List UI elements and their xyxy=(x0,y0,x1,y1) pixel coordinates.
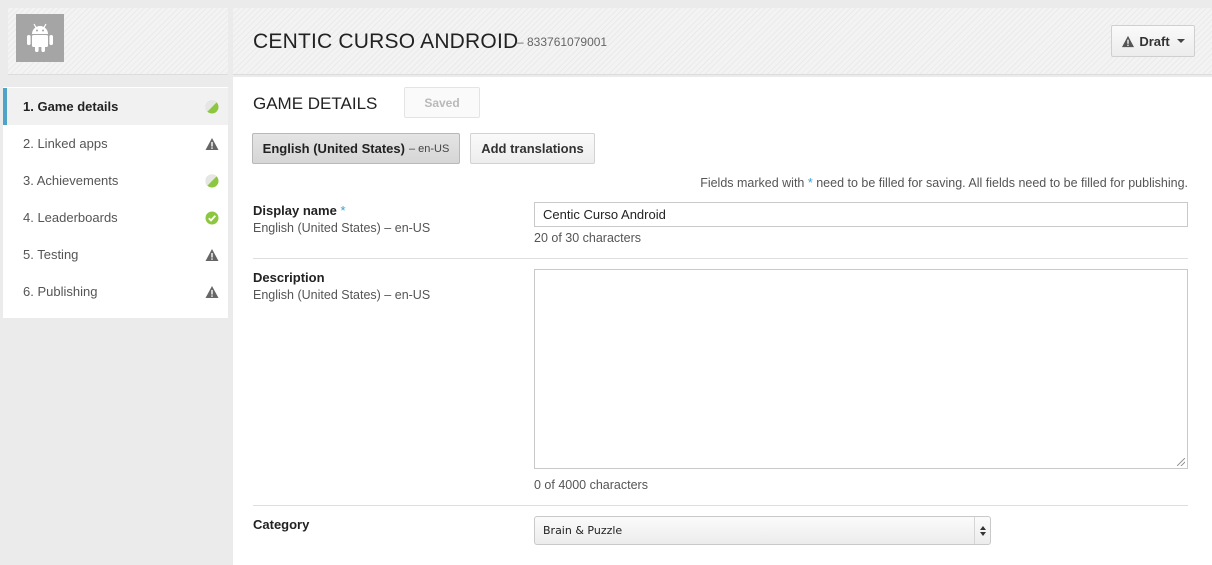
main-panel: GAME DETAILS Saved English (United State… xyxy=(233,77,1212,565)
description-textarea[interactable] xyxy=(534,269,1188,469)
android-icon xyxy=(16,14,64,62)
category-select[interactable]: Brain & Puzzle xyxy=(534,516,991,545)
display-name-input[interactable] xyxy=(534,202,1188,227)
check-icon xyxy=(205,211,219,225)
fields-note-text: need to be filled for saving. All fields… xyxy=(816,176,1188,190)
sidebar-item-label: 1. Game details xyxy=(23,99,119,114)
description-locale: English (United States) – en-US xyxy=(253,288,431,302)
fields-note: Fields marked with * need to be filled f… xyxy=(700,176,1188,190)
sidebar: 1. Game details 2. Linked apps 3. Achiev… xyxy=(3,87,228,318)
language-code: – en-US xyxy=(408,142,450,155)
warning-icon xyxy=(1122,35,1135,47)
sidebar-item-testing[interactable]: 5. Testing xyxy=(3,236,228,273)
page-header: CENTIC CURSO ANDROID – 833761079001 Draf… xyxy=(233,8,1212,75)
partial-status-icon xyxy=(205,100,219,114)
add-translations-button[interactable]: Add translations xyxy=(470,133,595,164)
category-label: Category xyxy=(253,517,310,532)
sidebar-item-label: 6. Publishing xyxy=(23,284,98,299)
category-selected-value: Brain & Puzzle xyxy=(543,524,623,537)
saved-button[interactable]: Saved xyxy=(404,87,480,118)
section-title: GAME DETAILS xyxy=(253,94,378,113)
description-label: Description xyxy=(253,270,325,285)
sidebar-item-linked-apps[interactable]: 2. Linked apps xyxy=(3,125,228,162)
required-star: * xyxy=(807,176,813,190)
divider xyxy=(253,258,1188,259)
warning-icon xyxy=(205,286,219,298)
description-char-count: 0 of 4000 characters xyxy=(534,478,648,492)
warning-icon xyxy=(205,249,219,261)
display-name-label: Display name * xyxy=(253,203,346,218)
display-name-label-text: Display name xyxy=(253,203,337,218)
app-logo-area xyxy=(8,8,228,75)
sidebar-item-achievements[interactable]: 3. Achievements xyxy=(3,162,228,199)
partial-status-icon xyxy=(205,174,219,188)
chevron-down-icon xyxy=(1176,39,1185,43)
divider xyxy=(253,505,1188,506)
app-id: – 833761079001 xyxy=(517,35,608,49)
sidebar-item-game-details[interactable]: 1. Game details xyxy=(3,88,228,125)
page-title: CENTIC CURSO ANDROID xyxy=(253,30,519,53)
sidebar-item-label: 4. Leaderboards xyxy=(23,210,118,225)
sidebar-item-leaderboards[interactable]: 4. Leaderboards xyxy=(3,199,228,236)
warning-icon xyxy=(205,138,219,150)
sidebar-item-label: 5. Testing xyxy=(23,247,79,262)
select-arrows-icon xyxy=(974,517,990,544)
resize-handle-icon[interactable] xyxy=(1177,458,1185,466)
sidebar-item-label: 3. Achievements xyxy=(23,173,119,188)
display-name-char-count: 20 of 30 characters xyxy=(534,231,642,245)
required-star: * xyxy=(340,203,346,218)
language-name: English (United States) xyxy=(262,141,405,156)
draft-status-button[interactable]: Draft xyxy=(1111,25,1195,57)
sidebar-item-publishing[interactable]: 6. Publishing xyxy=(3,273,228,310)
draft-label: Draft xyxy=(1139,33,1170,49)
language-tab-en-us[interactable]: English (United States) – en-US xyxy=(252,133,460,164)
sidebar-item-label: 2. Linked apps xyxy=(23,136,108,151)
display-name-locale: English (United States) – en-US xyxy=(253,221,431,235)
fields-note-text: Fields marked with xyxy=(700,176,805,190)
